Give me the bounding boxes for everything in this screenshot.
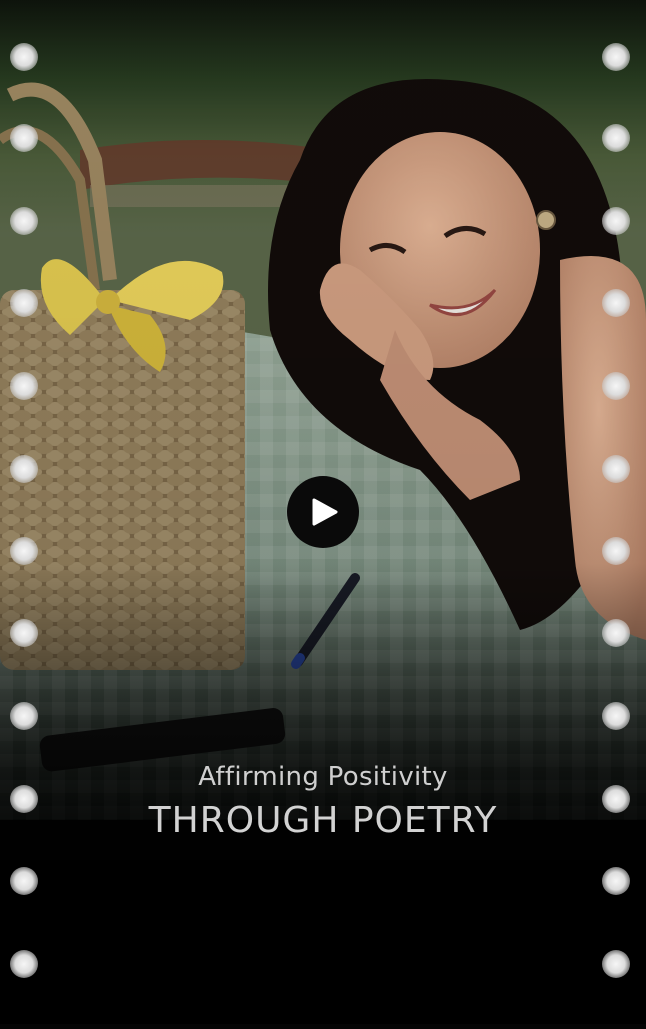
video-title: THROUGH POETRY [148, 800, 498, 841]
sprocket-hole [10, 619, 38, 647]
sprocket-hole [10, 207, 38, 235]
sprocket-hole [10, 372, 38, 400]
sprocket-hole [602, 455, 630, 483]
play-button[interactable] [287, 476, 359, 548]
film-strip-right [596, 0, 646, 1024]
sprocket-hole [10, 950, 38, 978]
sprocket-hole [602, 867, 630, 895]
sprocket-hole [10, 455, 38, 483]
film-strip-left [0, 0, 50, 1024]
video-caption: Affirming Positivity THROUGH POETRY [0, 762, 646, 841]
sprocket-hole [602, 43, 630, 71]
sprocket-hole [10, 537, 38, 565]
sprocket-hole [602, 372, 630, 400]
sprocket-hole [602, 124, 630, 152]
sprocket-hole [10, 867, 38, 895]
sprocket-hole [10, 289, 38, 317]
sprocket-hole [602, 950, 630, 978]
sprocket-hole [10, 702, 38, 730]
sprocket-hole [10, 43, 38, 71]
sprocket-hole [602, 619, 630, 647]
sprocket-hole [602, 537, 630, 565]
sprocket-hole [602, 207, 630, 235]
sprocket-hole [602, 289, 630, 317]
play-icon [312, 498, 338, 526]
sprocket-hole [10, 124, 38, 152]
video-subtitle: Affirming Positivity [198, 762, 448, 792]
sprocket-hole [602, 702, 630, 730]
